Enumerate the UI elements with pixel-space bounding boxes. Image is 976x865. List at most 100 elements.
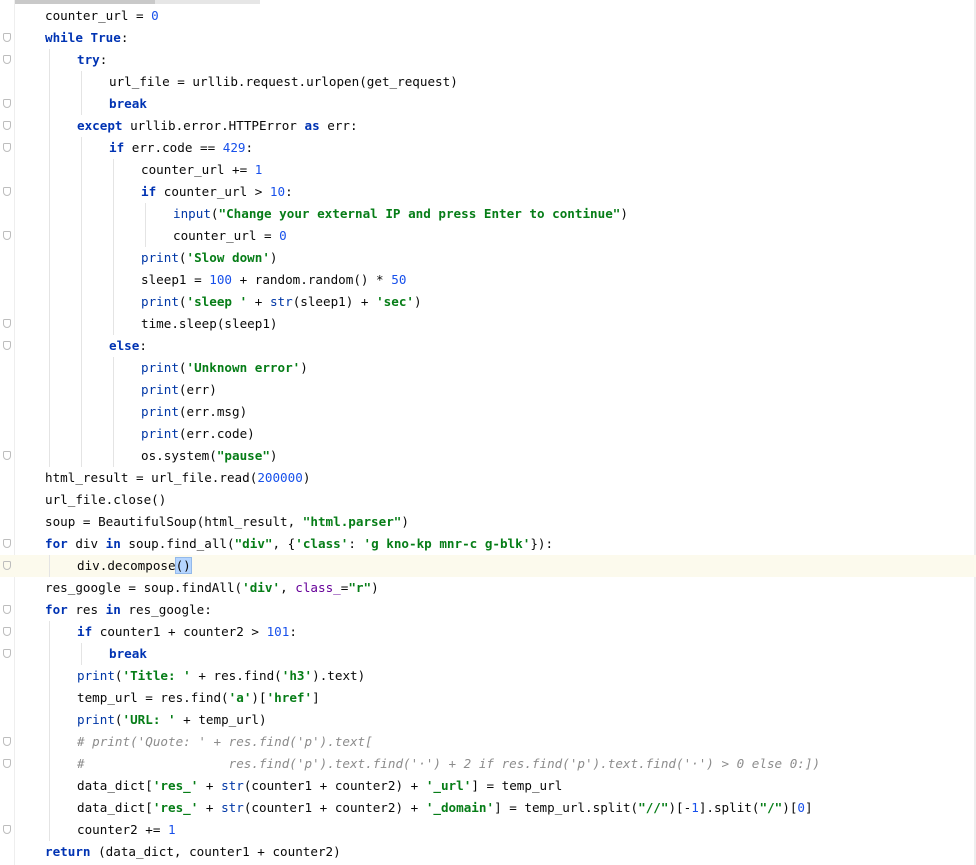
code-token: # print('Quote: ' + res.find('p').text[: [77, 734, 373, 749]
fold-marker-icon[interactable]: [3, 539, 11, 548]
code-token: (err): [178, 382, 217, 397]
fold-marker-icon[interactable]: [3, 759, 11, 768]
fold-marker-icon[interactable]: [3, 187, 11, 196]
code-token: 1: [254, 162, 263, 177]
code-token: (: [178, 294, 187, 309]
code-token: "Change your external IP and press Enter…: [218, 206, 621, 221]
fold-marker-icon[interactable]: [3, 55, 11, 64]
code-token: ): [269, 448, 278, 463]
fold-marker-icon[interactable]: [3, 605, 11, 614]
code-line[interactable]: data_dict['res_' + str(counter1 + counte…: [0, 775, 976, 797]
code-line[interactable]: break: [0, 93, 976, 115]
code-token: print: [141, 426, 179, 441]
code-token: os.system(: [141, 448, 217, 463]
code-token: sleep1 =: [141, 272, 210, 287]
code-token: :: [99, 52, 108, 67]
code-line[interactable]: print(err.msg): [0, 401, 976, 423]
code-token: )[: [782, 800, 798, 815]
code-token: (err.code): [178, 426, 255, 441]
fold-marker-icon[interactable]: [3, 451, 11, 460]
code-token: 'class': [295, 536, 349, 551]
code-line[interactable]: counter2 += 1: [0, 819, 976, 841]
code-line[interactable]: print('Unknown error'): [0, 357, 976, 379]
code-token: 50: [391, 272, 407, 287]
fold-marker-icon[interactable]: [3, 825, 11, 834]
indent-guide: [81, 137, 82, 467]
code-token: soup = BeautifulSoup(html_result,: [45, 514, 303, 529]
indent-guide: [113, 159, 114, 335]
code-token: ): [371, 580, 379, 595]
code-line[interactable]: print('Slow down'): [0, 247, 976, 269]
code-token: 'Unknown error': [186, 360, 301, 375]
code-line[interactable]: return (data_dict, counter1 + counter2): [0, 841, 976, 863]
fold-marker-icon[interactable]: [3, 143, 11, 152]
code-line-text: sleep1 = 100 + random.random() * 50: [141, 269, 406, 291]
fold-marker-icon[interactable]: [3, 341, 11, 350]
code-token: else: [109, 338, 140, 353]
code-line-text: while True:: [45, 27, 128, 49]
code-line[interactable]: sleep1 = 100 + random.random() * 50: [0, 269, 976, 291]
code-line[interactable]: temp_url = res.find('a')['href']: [0, 687, 976, 709]
code-line[interactable]: print(err): [0, 379, 976, 401]
code-line[interactable]: counter_url = 0: [0, 5, 976, 27]
code-line[interactable]: url_file = urllib.request.urlopen(get_re…: [0, 71, 976, 93]
code-line[interactable]: print('URL: ' + temp_url): [0, 709, 976, 731]
code-line[interactable]: print('sleep ' + str(sleep1) + 'sec'): [0, 291, 976, 313]
fold-marker-icon[interactable]: [3, 33, 11, 42]
code-line[interactable]: else:: [0, 335, 976, 357]
code-line[interactable]: counter_url = 0: [0, 225, 976, 247]
code-line[interactable]: res_google = soup.findAll('div', class_=…: [0, 577, 976, 599]
code-token: :: [120, 30, 129, 45]
code-line[interactable]: print(err.code): [0, 423, 976, 445]
code-token: (counter1 + counter2) +: [243, 800, 426, 815]
code-line[interactable]: break: [0, 643, 976, 665]
code-line[interactable]: # res.find('p').text.find('·') + 2 if re…: [0, 753, 976, 775]
code-line[interactable]: if err.code == 429:: [0, 137, 976, 159]
code-line[interactable]: try:: [0, 49, 976, 71]
code-token: ].split(: [698, 800, 760, 815]
code-token: 0: [279, 228, 287, 243]
code-line-text: if counter_url > 10:: [141, 181, 293, 203]
code-line[interactable]: input("Change your external IP and press…: [0, 203, 976, 225]
code-line[interactable]: while True:: [0, 27, 976, 49]
code-line-text: print('sleep ' + str(sleep1) + 'sec'): [141, 291, 422, 313]
code-line[interactable]: # print('Quote: ' + res.find('p').text[: [0, 731, 976, 753]
code-line-text: return (data_dict, counter1 + counter2): [45, 841, 341, 863]
code-line-text: url_file = urllib.request.urlopen(get_re…: [109, 71, 458, 93]
code-line[interactable]: print('Title: ' + res.find('h3').text): [0, 665, 976, 687]
code-line[interactable]: counter_url += 1: [0, 159, 976, 181]
code-token: ] = temp_url.split(: [494, 800, 639, 815]
code-line-text: res_google = soup.findAll('div', class_=…: [45, 577, 379, 599]
code-line[interactable]: time.sleep(sleep1): [0, 313, 976, 335]
code-token: data_dict[: [77, 800, 153, 815]
code-line[interactable]: html_result = url_file.read(200000): [0, 467, 976, 489]
fold-marker-icon[interactable]: [3, 231, 11, 240]
code-token: str: [269, 294, 293, 309]
code-line[interactable]: for res in res_google:: [0, 599, 976, 621]
code-line[interactable]: url_file.close(): [0, 489, 976, 511]
code-area[interactable]: counter_url = 0 while True: try: url_file =…: [0, 5, 976, 863]
code-token: for: [45, 602, 68, 617]
fold-marker-icon[interactable]: [3, 319, 11, 328]
code-line-text: div.decompose(): [77, 555, 192, 577]
fold-marker-icon[interactable]: [3, 99, 11, 108]
code-line[interactable]: data_dict['res_' + str(counter1 + counte…: [0, 797, 976, 819]
code-line[interactable]: if counter_url > 10:: [0, 181, 976, 203]
code-editor[interactable]: counter_url = 0 while True: try: url_file =…: [0, 0, 976, 865]
code-token: 'Title: ': [122, 668, 191, 683]
code-token: +: [198, 800, 222, 815]
fold-marker-icon[interactable]: [3, 737, 11, 746]
code-line-text: counter2 += 1: [77, 819, 176, 841]
fold-marker-icon[interactable]: [3, 561, 11, 570]
code-line[interactable]: for div in soup.find_all("div", {'class'…: [0, 533, 976, 555]
code-token: ): [302, 470, 311, 485]
code-line[interactable]: os.system("pause"): [0, 445, 976, 467]
code-line[interactable]: div.decompose(): [0, 555, 976, 577]
code-line[interactable]: soup = BeautifulSoup(html_result, "html.…: [0, 511, 976, 533]
code-line[interactable]: if counter1 + counter2 > 101:: [0, 621, 976, 643]
fold-marker-icon[interactable]: [3, 121, 11, 130]
code-line[interactable]: except urllib.error.HTTPError as err:: [0, 115, 976, 137]
fold-marker-icon[interactable]: [3, 649, 11, 658]
fold-marker-icon[interactable]: [3, 627, 11, 636]
code-token: }):: [530, 536, 554, 551]
